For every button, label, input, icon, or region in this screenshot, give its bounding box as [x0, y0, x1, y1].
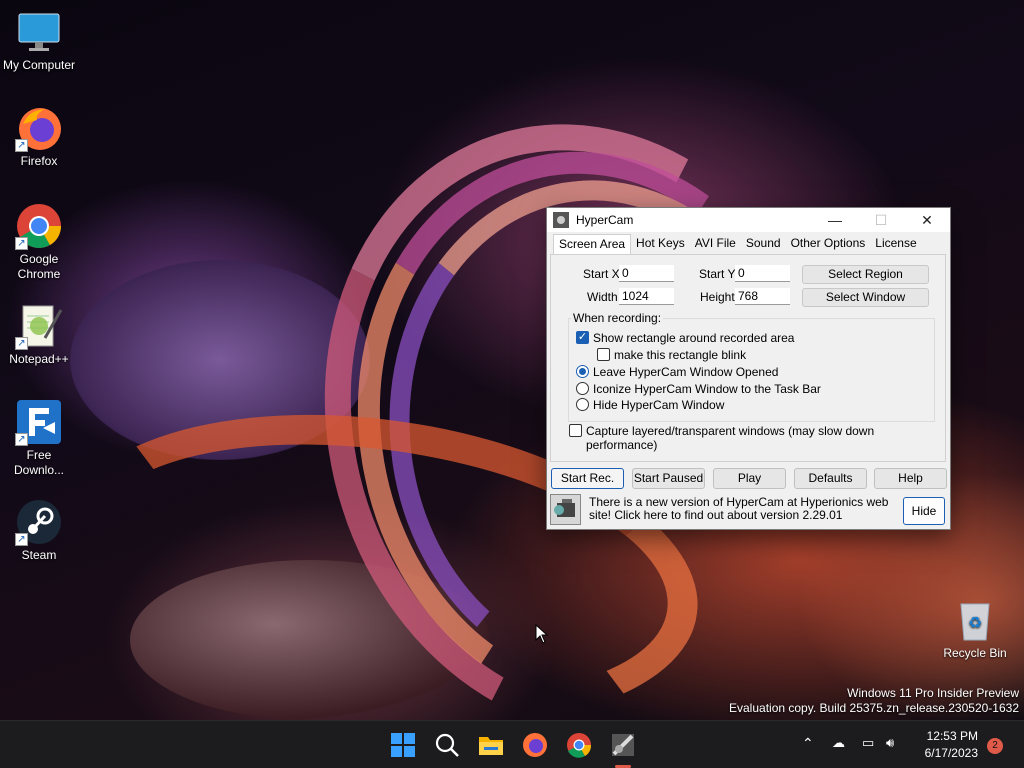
shortcut-arrow-icon: ↗	[15, 433, 28, 446]
taskbar: ⌃ ☁ ▭ 🔊︎ 12:53 PM 6/17/2023 2	[0, 720, 1024, 768]
hypercam-window[interactable]: HyperCam — ☐ ✕ Screen Area Hot Keys AVI …	[546, 207, 951, 530]
leave-opened-radio[interactable]	[576, 365, 589, 378]
desktop-icon-steam[interactable]: ↗ Steam	[0, 498, 78, 563]
window-title: HyperCam	[576, 213, 634, 227]
start-x-label: Start X	[583, 267, 620, 281]
show-rectangle-label: Show rectangle around recorded area	[593, 331, 795, 345]
desktop-icon-label: Free Downlo...	[13, 448, 65, 477]
notification-badge[interactable]: 2	[987, 738, 1003, 754]
update-notice-text[interactable]: There is a new version of HyperCam at Hy…	[589, 496, 909, 522]
play-button[interactable]: Play	[713, 468, 786, 489]
svg-text:♻: ♻	[968, 613, 982, 632]
start-x-field[interactable]	[619, 265, 674, 282]
hide-window-radio[interactable]	[576, 398, 589, 411]
leave-opened-label: Leave HyperCam Window Opened	[593, 365, 779, 379]
width-field[interactable]	[619, 288, 674, 305]
desktop-icon-label: Recycle Bin	[943, 646, 1007, 660]
mouse-cursor-icon	[535, 624, 549, 644]
chrome-icon: ↗	[15, 202, 63, 250]
height-field[interactable]	[735, 288, 790, 305]
hide-window-label: Hide HyperCam Window	[593, 398, 725, 412]
screen-area-panel: Start X Start Y Select Region Width Heig…	[550, 254, 946, 462]
watermark-line-2: Evaluation copy. Build 25375.zn_release.…	[729, 701, 1019, 715]
capture-layered-label: Capture layered/transparent windows (may…	[586, 424, 875, 452]
desktop-icon-label: Notepad++	[9, 352, 69, 366]
shortcut-arrow-icon: ↗	[15, 237, 28, 250]
tab-strip: Screen Area Hot Keys AVI File Sound Othe…	[553, 234, 922, 255]
notepadpp-icon: ↗	[15, 302, 63, 350]
tab-hot-keys[interactable]: Hot Keys	[631, 234, 690, 254]
hypercam-app-icon	[553, 212, 569, 228]
select-window-button[interactable]: Select Window	[802, 288, 929, 307]
desktop-icon-my-computer[interactable]: My Computer	[0, 8, 78, 73]
hide-notice-button[interactable]: Hide	[903, 497, 945, 525]
start-rec-button[interactable]: Start Rec.	[551, 468, 624, 489]
recycle-bin-icon: ♻	[951, 596, 999, 644]
desktop-icon-label: Steam	[21, 548, 57, 562]
clock-time: 12:53 PM	[926, 729, 978, 743]
desktop-icon-label: Firefox	[20, 154, 58, 168]
hypercam-camera-icon	[550, 494, 581, 525]
select-region-button[interactable]: Select Region	[802, 265, 929, 284]
blink-rectangle-label: make this rectangle blink	[614, 348, 747, 362]
desktop-icon-firefox[interactable]: ↗ Firefox	[0, 104, 78, 169]
search-icon[interactable]	[432, 730, 462, 760]
desktop-icon-notepadpp[interactable]: ↗ Notepad++	[0, 302, 78, 367]
desktop-icon-label: My Computer	[2, 58, 76, 72]
show-rectangle-checkbox[interactable]: ✓	[576, 331, 589, 344]
desktop-icon-recycle-bin[interactable]: ♻ Recycle Bin	[936, 596, 1014, 661]
start-icon[interactable]	[388, 730, 418, 760]
maximize-button[interactable]: ☐	[858, 208, 904, 232]
start-y-label: Start Y	[699, 267, 736, 281]
desktop-icon-free-download-manager[interactable]: ↗ Free Downlo...	[0, 398, 78, 478]
shortcut-arrow-icon: ↗	[15, 139, 28, 152]
chevron-up-icon[interactable]: ⌃	[802, 735, 814, 752]
clock[interactable]: 12:53 PM 6/17/2023	[925, 728, 978, 762]
volume-icon[interactable]: 🔊︎	[886, 735, 894, 751]
watermark-line-1: Windows 11 Pro Insider Preview	[847, 686, 1019, 700]
monitor-icon	[15, 8, 63, 56]
desktop-icon-label: Google Chrome	[17, 252, 61, 281]
chrome-icon[interactable]	[564, 730, 594, 760]
display-icon[interactable]: ▭	[862, 735, 874, 751]
clock-date: 6/17/2023	[924, 746, 978, 760]
iconize-label: Iconize HyperCam Window to the Task Bar	[593, 382, 821, 396]
firefox-icon[interactable]	[520, 730, 550, 760]
free-download-manager-icon: ↗	[15, 398, 63, 446]
hypercam-icon[interactable]	[608, 730, 638, 760]
file-explorer-icon[interactable]	[476, 730, 506, 760]
close-button[interactable]: ✕	[904, 208, 950, 232]
when-recording-label: When recording:	[571, 311, 664, 325]
help-button[interactable]: Help	[874, 468, 947, 489]
tab-license[interactable]: License	[870, 234, 921, 254]
tab-screen-area[interactable]: Screen Area	[553, 234, 632, 255]
capture-layered-checkbox[interactable]	[569, 424, 582, 437]
firefox-icon: ↗	[15, 104, 63, 152]
tab-avi-file[interactable]: AVI File	[690, 234, 741, 254]
defaults-button[interactable]: Defaults	[794, 468, 867, 489]
title-bar[interactable]: HyperCam — ☐ ✕	[547, 208, 950, 232]
start-paused-button[interactable]: Start Paused	[632, 468, 705, 489]
tab-sound[interactable]: Sound	[741, 234, 786, 254]
iconize-radio[interactable]	[576, 382, 589, 395]
shortcut-arrow-icon: ↗	[15, 337, 28, 350]
desktop-icon-chrome[interactable]: ↗ Google Chrome	[0, 202, 78, 282]
tab-other-options[interactable]: Other Options	[786, 234, 871, 254]
start-y-field[interactable]	[735, 265, 790, 282]
shortcut-arrow-icon: ↗	[15, 533, 28, 546]
width-label: Width	[587, 290, 618, 304]
blink-rectangle-checkbox[interactable]	[597, 348, 610, 361]
update-notice[interactable]: There is a new version of HyperCam at Hy…	[550, 493, 947, 527]
network-disconnected-icon[interactable]: ☁	[832, 735, 845, 751]
height-label: Height	[700, 290, 735, 304]
minimize-button[interactable]: —	[812, 208, 858, 232]
steam-icon: ↗	[15, 498, 63, 546]
